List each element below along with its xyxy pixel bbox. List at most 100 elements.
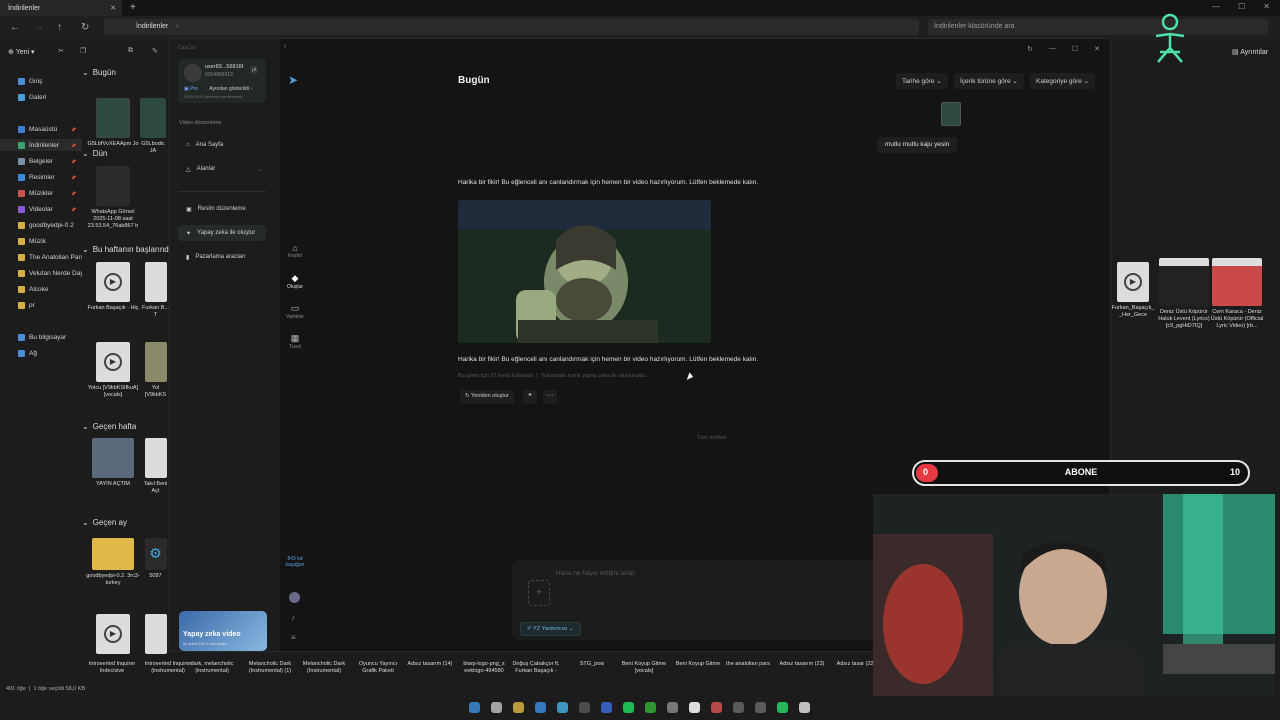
refresh-icon[interactable]: ↻ bbox=[1027, 45, 1033, 53]
windows-icon[interactable] bbox=[469, 702, 480, 713]
menu-home[interactable]: ⌂ Ana Sayfa bbox=[178, 137, 266, 153]
file-item[interactable] bbox=[142, 614, 169, 657]
promo-banner[interactable]: Yapay zeka video İlk adım 0'lık 2 otik b… bbox=[179, 611, 267, 651]
nav-item[interactable]: Müzikler 📌 bbox=[0, 187, 82, 199]
vscode-icon[interactable] bbox=[601, 702, 612, 713]
nav-item[interactable]: Belgeler 📌 bbox=[0, 155, 82, 167]
credits-counter[interactable]: 843 kd kaşağan bbox=[280, 556, 310, 568]
filter-date[interactable]: Tarihe göre ⌄ bbox=[896, 73, 948, 89]
file-item[interactable]: goodbyedpi-0.2. 3rc3-turkey bbox=[86, 538, 140, 587]
file-item[interactable]: Deniz Üstü Köpürür Haluk Levent (Lyrics)… bbox=[1157, 258, 1211, 330]
nav-item[interactable]: The Anatolian Pars bbox=[0, 251, 82, 263]
maximize-icon[interactable]: ☐ bbox=[1238, 2, 1245, 11]
rename-icon[interactable]: ✎ bbox=[152, 47, 158, 55]
nav-item[interactable]: Galeri bbox=[0, 91, 82, 103]
edge-icon[interactable] bbox=[535, 702, 546, 713]
avatar[interactable] bbox=[289, 592, 300, 603]
up-icon[interactable]: ↑ bbox=[57, 22, 62, 33]
file-item[interactable]: Furkan B... T bbox=[142, 262, 169, 319]
file-item[interactable]: YAYIN AÇTIM bbox=[86, 438, 140, 488]
rail-canvas[interactable]: ▦ Tuval bbox=[280, 333, 310, 350]
nav-item[interactable]: Velutan Nerde Day bbox=[0, 267, 82, 279]
bell-icon[interactable]: ♪ bbox=[291, 613, 295, 622]
app-icon[interactable] bbox=[579, 702, 590, 713]
capcut-icon[interactable] bbox=[733, 702, 744, 713]
section-this-week[interactable]: ⌄ Bu haftanın başlarında bbox=[82, 245, 173, 254]
nav-item[interactable]: Ağ bbox=[0, 347, 82, 359]
spotify-icon[interactable] bbox=[623, 702, 634, 713]
app-icon[interactable] bbox=[755, 702, 766, 713]
file-name[interactable]: Introverted Inquirer Indecisive bbox=[86, 661, 138, 675]
steam-icon[interactable] bbox=[689, 702, 700, 713]
quote-icon[interactable]: ❝ bbox=[523, 390, 537, 404]
pro-badge[interactable]: ▣ Pro Ayından gösterildi › bbox=[184, 86, 252, 92]
close-icon[interactable]: ✕ bbox=[1094, 45, 1100, 53]
app-icon[interactable] bbox=[645, 702, 656, 713]
user-image-attachment[interactable] bbox=[941, 102, 961, 126]
file-name[interactable]: Beni Koyup Gitme bbox=[672, 661, 724, 668]
regenerate-button[interactable]: ↻ Yeniden oluştur bbox=[460, 390, 514, 404]
file-name[interactable]: Melancholic Dark (Instrumental) (1) bbox=[244, 661, 296, 675]
nav-item[interactable]: Masaüstü 📌 bbox=[0, 123, 82, 135]
file-item[interactable]: ▶ bbox=[86, 614, 140, 657]
copy-icon[interactable]: ❐ bbox=[80, 47, 86, 55]
close-icon[interactable]: ✕ bbox=[110, 4, 116, 12]
search-icon[interactable] bbox=[491, 702, 502, 713]
rail-create[interactable]: ◆ Oluştur bbox=[280, 273, 310, 290]
filter-content-type[interactable]: İçerik türüne göre ⌄ bbox=[954, 73, 1024, 89]
add-attachment-icon[interactable]: + bbox=[528, 580, 550, 606]
telegram-icon[interactable] bbox=[667, 702, 678, 713]
ai-assistant-button[interactable]: ✐ YZ Yardımcısı ⌄ bbox=[520, 622, 581, 636]
file-item[interactable]: G5Lbodic JA bbox=[138, 98, 168, 155]
menu-image-edit[interactable]: ▣ Resim düzenleme bbox=[178, 201, 266, 217]
prompt-input[interactable]: Hana ne hayal ettiğini anlat bbox=[556, 570, 634, 577]
file-item[interactable]: Takıl Beni Açt bbox=[142, 438, 169, 495]
chrome-icon[interactable] bbox=[557, 702, 568, 713]
app-icon[interactable] bbox=[799, 702, 810, 713]
file-item[interactable]: ⚙ 5087 bbox=[142, 538, 169, 580]
details-button[interactable]: ▤ Ayrıntılar bbox=[1232, 48, 1268, 56]
section-last-month[interactable]: ⌄ Geçen ay bbox=[82, 518, 127, 527]
whatsapp-icon[interactable] bbox=[777, 702, 788, 713]
file-item[interactable]: G5LbfVvXEAApm Jo bbox=[86, 98, 140, 148]
file-item[interactable]: ▶ Furkan Başaçık - Hiç bbox=[86, 262, 140, 312]
file-name[interactable]: dark, melancholic (instrumental) bbox=[186, 661, 238, 675]
back-icon[interactable]: ‹ bbox=[284, 43, 286, 50]
user-card[interactable]: user83...56916f 0304965913 µt ▣ Pro Ayın… bbox=[178, 59, 266, 103]
rail-assets[interactable]: ▭ Varlıklar bbox=[280, 303, 310, 320]
nav-item[interactable]: İndirilenler 📌 bbox=[0, 139, 82, 151]
file-item[interactable]: Yol [V9kbKS bbox=[142, 342, 169, 399]
file-item[interactable]: Cem Karaca - Deniz Üstü Köpürür (Officia… bbox=[1210, 258, 1264, 330]
tab-downloads[interactable]: İndirilenler ✕ bbox=[0, 0, 122, 16]
menu-spaces[interactable]: △ Alanlar ⌄ bbox=[178, 161, 266, 177]
nav-item[interactable]: Videolar 📌 bbox=[0, 203, 82, 215]
new-tab-icon[interactable]: + bbox=[130, 2, 136, 13]
file-item[interactable]: WhatsApp Görsel 2025-11-08 saat 23.53.54… bbox=[86, 166, 140, 230]
folder-icon[interactable] bbox=[513, 702, 524, 713]
menu-icon[interactable]: ≡ bbox=[291, 633, 296, 642]
nav-item[interactable]: Giriş bbox=[0, 75, 82, 87]
prompt-box[interactable]: Hana ne hayal ettiğini anlat + ✐ YZ Yard… bbox=[512, 560, 912, 640]
more-icon[interactable]: ··· bbox=[543, 390, 557, 404]
file-name[interactable]: Beni Koyup Gitme [vocals] bbox=[618, 661, 670, 675]
file-name[interactable]: the anatolian pars bbox=[722, 661, 774, 668]
forward-icon[interactable]: → bbox=[34, 22, 44, 33]
nav-item[interactable]: Alcoke bbox=[0, 283, 82, 295]
nav-item[interactable]: Resimler 📌 bbox=[0, 171, 82, 183]
share-icon[interactable]: ⧉ bbox=[128, 47, 133, 55]
generated-video[interactable] bbox=[458, 200, 711, 343]
file-name[interactable]: Oyuncu Yayıncı Grafik Paketi bbox=[352, 661, 404, 675]
section-last-week[interactable]: ⌄ Geçen hafta bbox=[82, 422, 136, 431]
close-window-icon[interactable]: ✕ bbox=[1263, 2, 1270, 11]
refresh-icon[interactable]: ↻ bbox=[81, 22, 89, 33]
user-badge[interactable]: µt bbox=[250, 66, 259, 74]
section-yesterday[interactable]: ⌄ Dün bbox=[82, 149, 107, 158]
new-button[interactable]: ⊕ Yeni ▾ bbox=[8, 48, 35, 56]
file-name[interactable]: STG_pow bbox=[566, 661, 618, 668]
menu-marketing[interactable]: ▮ Pazarlama aracları bbox=[178, 249, 266, 265]
menu-ai-create[interactable]: ✦ Yapay zeka ile oluştur bbox=[178, 225, 266, 241]
file-name[interactable]: Adsız tasarım (14) bbox=[404, 661, 456, 668]
file-item[interactable]: ▶ Yolcu [V9kbKSIfkuA] [vocals] bbox=[86, 342, 140, 399]
rail-discover[interactable]: ⌂ Keşfet bbox=[280, 243, 310, 259]
file-name[interactable]: blarp-logo-png_s eeklogo-494580 bbox=[458, 661, 510, 675]
